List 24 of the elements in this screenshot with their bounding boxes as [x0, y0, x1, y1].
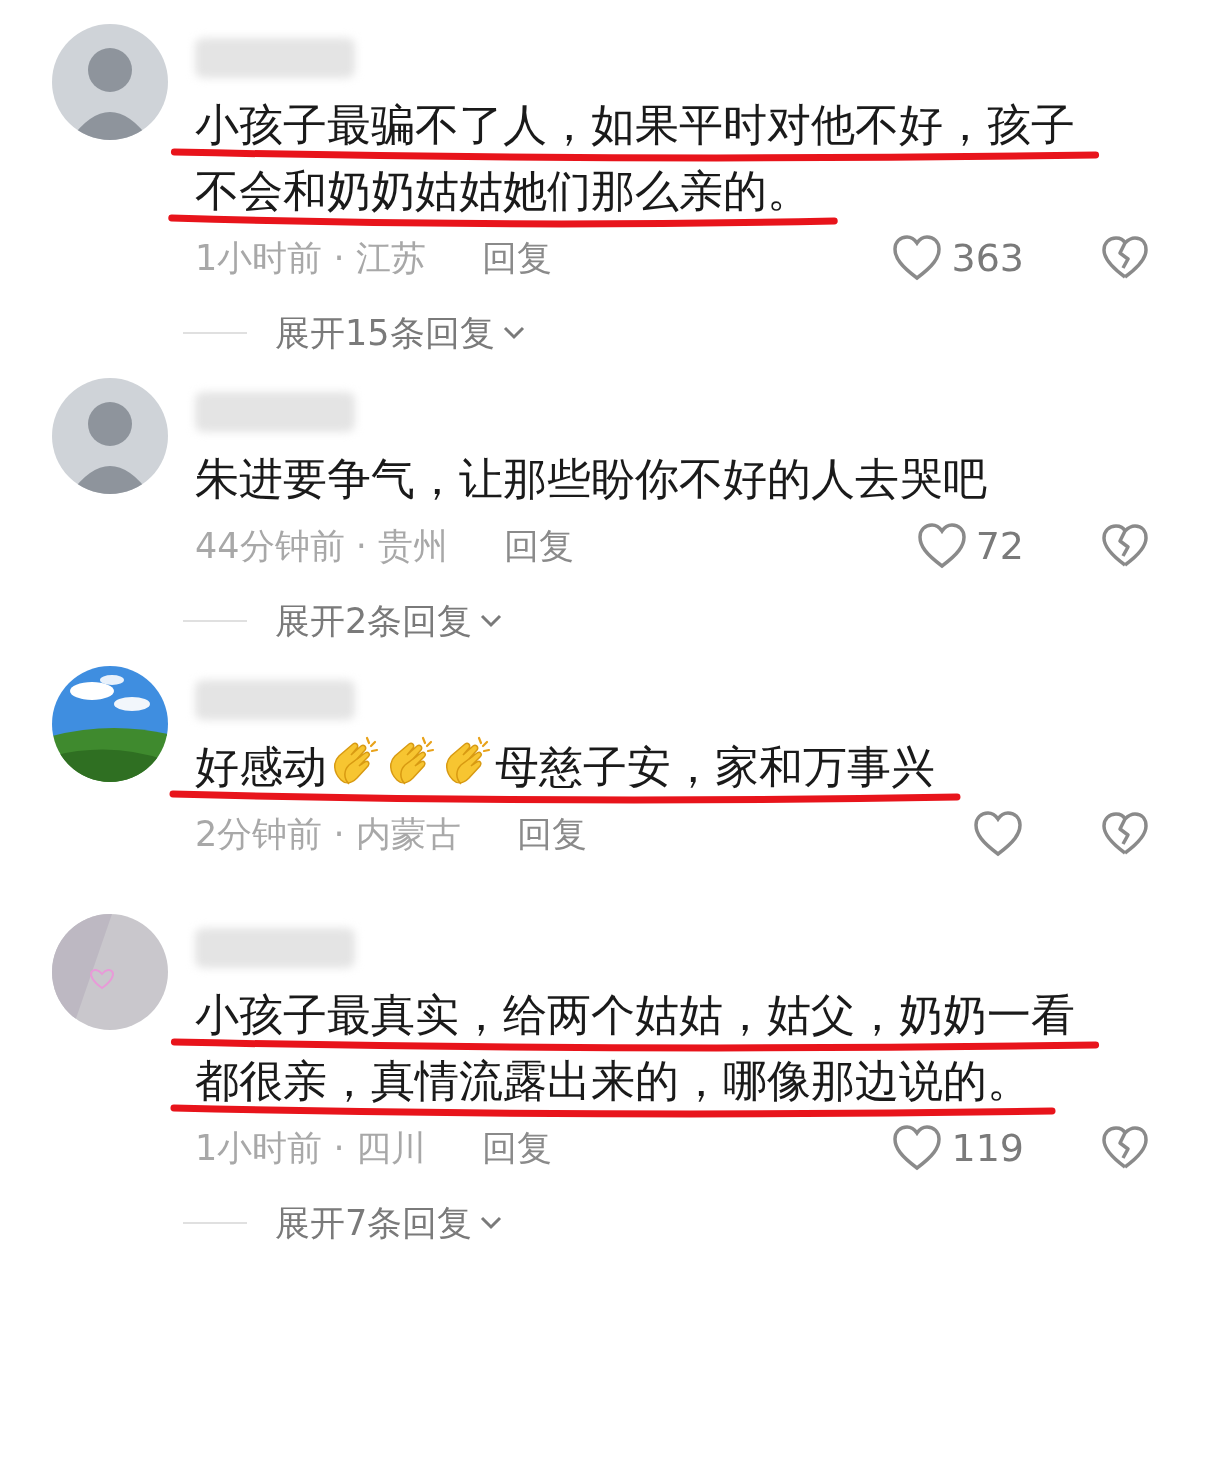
- comment-text: 母慈子安，家和万事兴: [495, 741, 935, 792]
- expand-replies-button[interactable]: 展开7条回复: [275, 1196, 473, 1250]
- like-count: 119: [951, 1124, 1024, 1172]
- clapping-hands-icon: [446, 736, 491, 785]
- like-count: 72: [975, 522, 1024, 570]
- like-count: 363: [951, 234, 1024, 282]
- comment-text: 小孩子最骗不了人，如果平时对他不好，孩子: [195, 92, 1075, 158]
- comment-meta: 2分钟前 · 内蒙古: [195, 812, 461, 856]
- comment-meta: 1小时前 · 江苏: [195, 236, 426, 280]
- clapping-hands-icon: [334, 736, 379, 785]
- reply-link[interactable]: 回复: [503, 519, 574, 573]
- comment-text: 好感动: [195, 741, 327, 792]
- comment-text: 朱进要争气，让那些盼你不好的人去哭吧: [195, 452, 987, 506]
- reply-link[interactable]: 回复: [516, 807, 587, 861]
- comment-meta: 44分钟前 · 贵州: [195, 524, 448, 568]
- expand-replies-button[interactable]: 展开15条回复: [275, 306, 495, 360]
- clapping-hands-icon: [390, 736, 435, 785]
- reply-link[interactable]: 回复: [481, 1121, 552, 1175]
- reply-link[interactable]: 回复: [481, 231, 552, 285]
- comment-meta: 1小时前 · 四川: [195, 1126, 426, 1170]
- comment-text: 不会和奶奶姑姑她们那么亲的。: [195, 158, 811, 224]
- comment-text: 小孩子最真实，给两个姑姑，姑父，奶奶一看: [195, 982, 1075, 1048]
- comment-text: 都很亲，真情流露出来的，哪像那边说的。: [195, 1048, 1031, 1114]
- expand-replies-button[interactable]: 展开2条回复: [275, 594, 473, 648]
